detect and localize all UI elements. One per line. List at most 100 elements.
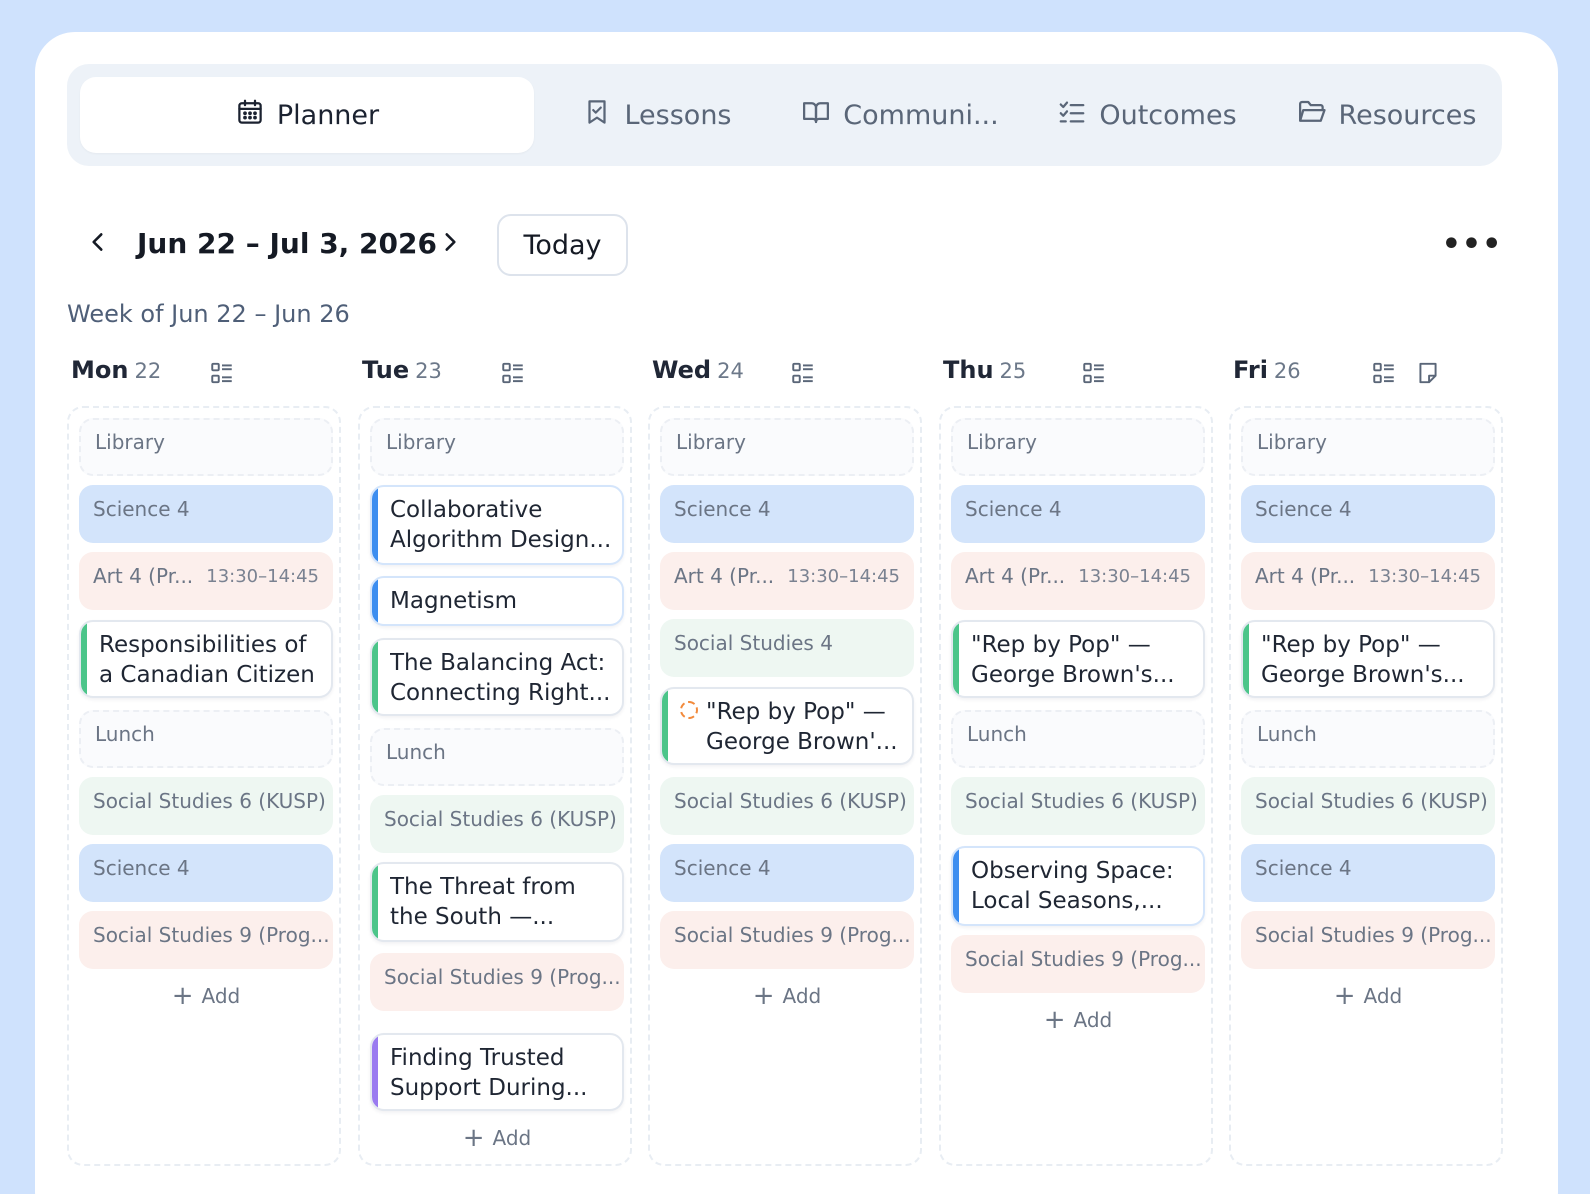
slot-science[interactable]: Science 4: [1241, 844, 1495, 902]
add-button[interactable]: + Add: [951, 1002, 1205, 1038]
lesson-title-line: "Rep by Pop" —: [706, 699, 886, 725]
lesson-card[interactable]: "Rep by Pop" — George Brown'...: [660, 687, 914, 765]
lesson-card[interactable]: Finding Trusted Support During...: [370, 1033, 624, 1111]
today-button[interactable]: Today: [497, 214, 628, 276]
lesson-card[interactable]: Responsibilities of a Canadian Citizen: [79, 620, 333, 698]
slot-art[interactable]: Art 4 (Pr... 13:30–14:45: [951, 552, 1205, 610]
book-open-icon: [801, 97, 831, 134]
lesson-card[interactable]: "Rep by Pop" — George Brown's...: [951, 620, 1205, 698]
tab-label: Communi...: [843, 99, 999, 131]
add-button[interactable]: + Add: [79, 978, 333, 1014]
bookmark-icon: [582, 97, 612, 134]
slot-lunch[interactable]: Lunch: [79, 710, 333, 768]
slot-social-studies-9[interactable]: Social Studies 9 (Prog...: [660, 911, 914, 969]
list-view-icon[interactable]: [209, 360, 235, 386]
lesson-title-line: George Brown'...: [706, 729, 898, 755]
slot-lunch[interactable]: Lunch: [1241, 710, 1495, 768]
slot-time: 13:30–14:45: [1368, 566, 1481, 587]
add-label: Add: [1073, 1008, 1113, 1032]
lesson-title-line: Observing Space:: [971, 858, 1174, 884]
slot-social-studies-6[interactable]: Social Studies 6 (KUSP): [660, 777, 914, 835]
lesson-title-line: Magnetism: [390, 588, 518, 614]
slot-library[interactable]: Library: [660, 418, 914, 476]
tab-bar: Planner Lessons Communi... Outcomes Reso…: [67, 64, 1502, 166]
tab-outcomes[interactable]: Outcomes: [1042, 77, 1252, 153]
lesson-title-line: The Threat from: [390, 874, 576, 900]
slot-social-studies-6[interactable]: Social Studies 6 (KUSP): [951, 777, 1205, 835]
lesson-title-line: Connecting Right...: [390, 680, 610, 706]
day-column-wed: Library Science 4 Art 4 (Pr... 13:30–14:…: [648, 406, 922, 1166]
lesson-card[interactable]: Observing Space: Local Seasons,...: [951, 846, 1205, 926]
lesson-title-line: "Rep by Pop" —: [971, 632, 1151, 658]
slot-social-studies-6[interactable]: Social Studies 6 (KUSP): [79, 777, 333, 835]
slot-title: Art 4 (Pr...: [93, 564, 194, 588]
day-name: Mon: [71, 356, 129, 384]
lesson-card[interactable]: Collaborative Algorithm Design...: [370, 485, 624, 565]
slot-lunch[interactable]: Lunch: [951, 710, 1205, 768]
previous-button[interactable]: [82, 228, 114, 260]
slot-library[interactable]: Library: [79, 418, 333, 476]
slot-social-studies-9[interactable]: Social Studies 9 (Prog...: [79, 911, 333, 969]
plus-icon: +: [1043, 1005, 1066, 1035]
slot-science[interactable]: Science 4: [79, 844, 333, 902]
slot-lunch[interactable]: Lunch: [370, 728, 624, 786]
lesson-card[interactable]: The Threat from the South —...: [370, 862, 624, 942]
lesson-title-line: a Canadian Citizen: [99, 662, 315, 688]
add-button[interactable]: + Add: [1241, 978, 1495, 1014]
list-view-icon[interactable]: [790, 360, 816, 386]
week-label: Week of Jun 22 – Jun 26: [67, 300, 350, 328]
slot-science[interactable]: Science 4: [1241, 485, 1495, 543]
tab-planner[interactable]: Planner: [80, 77, 534, 153]
slot-social-studies-9[interactable]: Social Studies 9 (Prog...: [951, 935, 1205, 993]
add-label: Add: [201, 984, 241, 1008]
slot-library[interactable]: Library: [370, 418, 624, 476]
day-header-tue: Tue 23: [358, 354, 638, 394]
next-button[interactable]: [434, 228, 466, 260]
date-range: Jun 22 – Jul 3, 2026: [137, 227, 437, 260]
list-view-icon[interactable]: [500, 360, 526, 386]
slot-art[interactable]: Art 4 (Pr... 13:30–14:45: [660, 552, 914, 610]
slot-library[interactable]: Library: [951, 418, 1205, 476]
slot-library[interactable]: Library: [1241, 418, 1495, 476]
slot-art[interactable]: Art 4 (Pr... 13:30–14:45: [1241, 552, 1495, 610]
slot-science[interactable]: Science 4: [951, 485, 1205, 543]
tab-lessons[interactable]: Lessons: [567, 77, 747, 153]
tab-community[interactable]: Communi...: [785, 77, 1015, 153]
lesson-card[interactable]: The Balancing Act: Connecting Right...: [370, 638, 624, 716]
slot-title: Art 4 (Pr...: [674, 564, 775, 588]
slot-science[interactable]: Science 4: [660, 844, 914, 902]
slot-social-studies-9[interactable]: Social Studies 9 (Prog...: [1241, 911, 1495, 969]
day-name: Fri: [1233, 356, 1268, 384]
tab-label: Resources: [1338, 99, 1477, 131]
lesson-title-line: Support During...: [390, 1075, 588, 1101]
slot-science[interactable]: Science 4: [79, 485, 333, 543]
day-header-thu: Thu 25: [939, 354, 1219, 394]
list-view-icon[interactable]: [1371, 360, 1397, 386]
slot-social-studies-4[interactable]: Social Studies 4: [660, 619, 914, 677]
day-column-fri: Library Science 4 Art 4 (Pr... 13:30–14:…: [1229, 406, 1503, 1166]
day-column-thu: Library Science 4 Art 4 (Pr... 13:30–14:…: [939, 406, 1213, 1166]
more-options-icon[interactable]: •••: [1442, 227, 1502, 262]
slot-social-studies-9[interactable]: Social Studies 9 (Prog...: [370, 953, 624, 1011]
checklist-icon: [1057, 97, 1087, 134]
slot-social-studies-6[interactable]: Social Studies 6 (KUSP): [370, 795, 624, 853]
lesson-title-line: Algorithm Design...: [390, 527, 610, 553]
day-name: Tue: [362, 356, 410, 384]
add-button[interactable]: + Add: [660, 978, 914, 1014]
slot-title: Art 4 (Pr...: [965, 564, 1066, 588]
lesson-card[interactable]: "Rep by Pop" — George Brown's...: [1241, 620, 1495, 698]
slot-art[interactable]: Art 4 (Pr... 13:30–14:45: [79, 552, 333, 610]
day-name: Thu: [943, 356, 994, 384]
lesson-title-line: Responsibilities of: [99, 632, 307, 658]
slot-science[interactable]: Science 4: [660, 485, 914, 543]
lesson-title-line: "Rep by Pop" —: [1261, 632, 1441, 658]
lesson-card[interactable]: Magnetism: [370, 576, 624, 626]
note-icon[interactable]: [1415, 360, 1441, 386]
slot-social-studies-6[interactable]: Social Studies 6 (KUSP): [1241, 777, 1495, 835]
tab-resources[interactable]: Resources: [1279, 77, 1494, 153]
list-view-icon[interactable]: [1081, 360, 1107, 386]
add-button[interactable]: + Add: [370, 1120, 624, 1156]
add-label: Add: [492, 1126, 532, 1150]
lesson-title-line: The Balancing Act:: [390, 650, 606, 676]
slot-time: 13:30–14:45: [1078, 566, 1191, 587]
